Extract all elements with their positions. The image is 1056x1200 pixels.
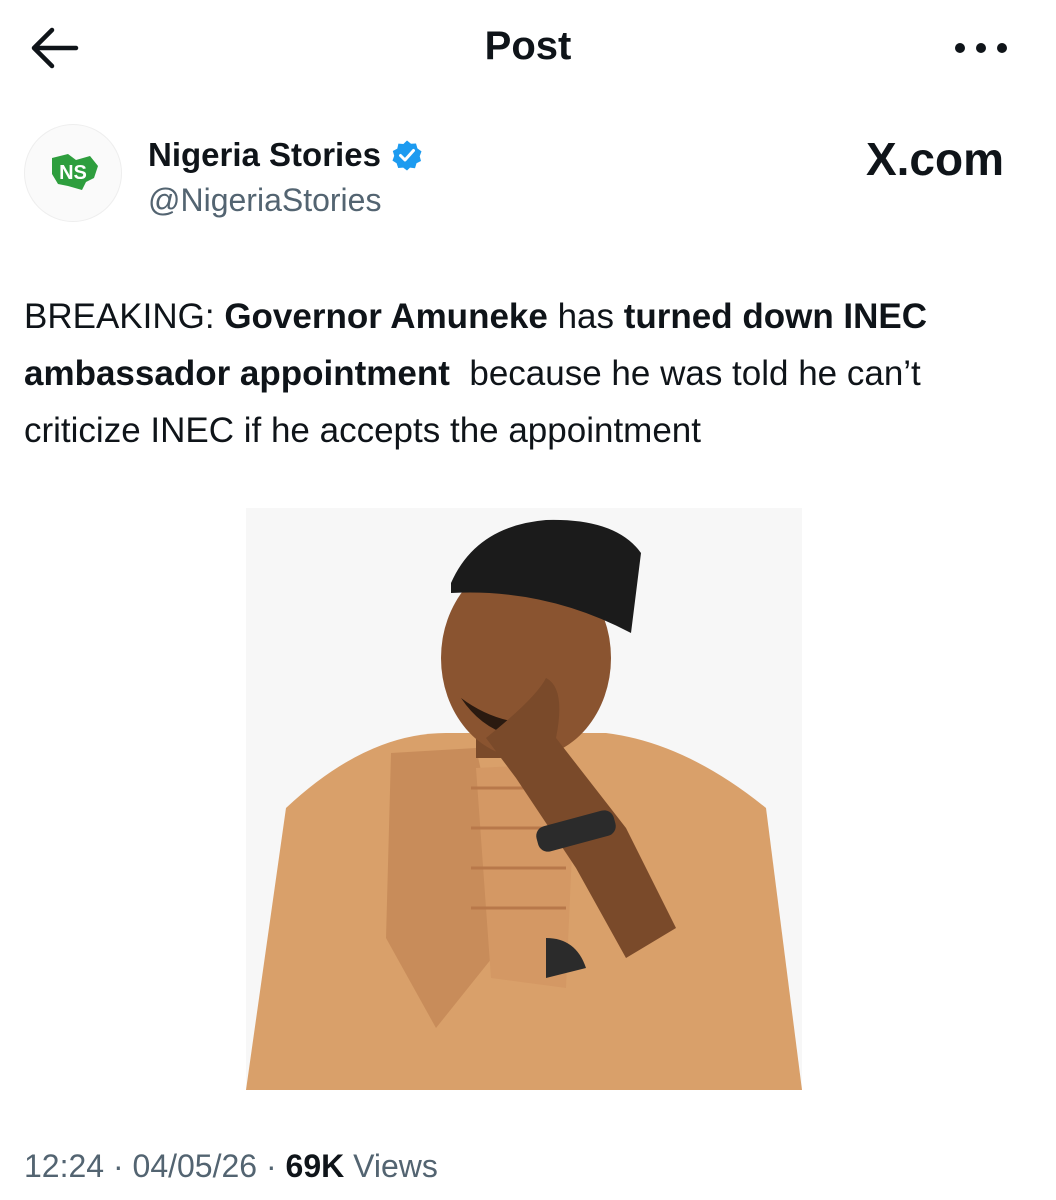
verified-badge-icon (392, 140, 422, 171)
post-time: 12:24 (24, 1148, 105, 1184)
author-name-row: Nigeria Stories (148, 136, 423, 174)
views-count[interactable]: 69K (286, 1148, 345, 1184)
author-handle[interactable]: @NigeriaStories (148, 182, 381, 219)
meta-separator: · (104, 1148, 133, 1184)
tweet-text: BREAKING: Governor Amuneke has turned do… (24, 288, 1034, 459)
author-name[interactable]: Nigeria Stories (148, 136, 381, 174)
watermark: X.com (865, 133, 1004, 185)
meta-separator: · (257, 1148, 286, 1184)
avatar[interactable]: NS (24, 124, 122, 222)
person-photo (246, 508, 802, 1090)
more-horizontal-icon (955, 43, 1007, 53)
tweet-segment-bold: Governor Amuneke (224, 297, 548, 336)
nigeria-stories-logo-icon: NS (52, 154, 98, 190)
post-header: NS Nigeria Stories @NigeriaStories X.com (0, 120, 1056, 230)
top-bar: Post (0, 0, 1056, 100)
post-meta: 12:24 · 04/05/26 · 69K Views (24, 1148, 438, 1185)
page-title: Post (484, 24, 572, 68)
tweet-segment: has (547, 297, 624, 336)
svg-text:NS: NS (59, 162, 87, 184)
more-options-button[interactable] (948, 26, 1014, 70)
views-label: Views (344, 1148, 438, 1184)
tweet-media-image[interactable] (246, 508, 802, 1090)
post-date: 04/05/26 (132, 1148, 258, 1184)
tweet-segment: BREAKING: (24, 297, 225, 336)
